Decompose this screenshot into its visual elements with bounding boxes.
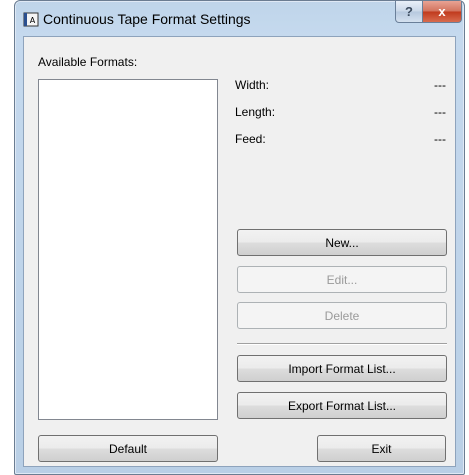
window-title: Continuous Tape Format Settings [43, 11, 251, 27]
available-formats-label: Available Formats: [38, 55, 138, 69]
default-button[interactable]: Default [38, 435, 218, 462]
help-icon: ? [405, 4, 413, 19]
new-button[interactable]: New... [237, 229, 447, 256]
length-value: --- [434, 105, 446, 119]
export-format-list-button[interactable]: Export Format List... [237, 392, 447, 419]
available-formats-list[interactable] [38, 79, 218, 420]
help-button[interactable]: ? [395, 1, 423, 23]
dialog-body: Available Formats: Width: --- Length: --… [23, 36, 456, 467]
edit-button[interactable]: Edit... [237, 266, 447, 293]
length-label: Length: [235, 105, 276, 119]
svg-text:A: A [30, 16, 36, 25]
close-button[interactable]: x [422, 1, 462, 23]
feed-label: Feed: [235, 132, 266, 146]
import-format-list-button[interactable]: Import Format List... [237, 355, 447, 382]
tape-format-icon: A [23, 12, 39, 27]
separator [237, 343, 447, 345]
width-label: Width: [235, 78, 270, 92]
close-icon: x [438, 4, 446, 19]
title-bar[interactable]: A Continuous Tape Format Settings ? x [15, 1, 464, 37]
feed-value: --- [434, 132, 446, 146]
delete-button[interactable]: Delete [237, 302, 447, 329]
width-value: --- [434, 78, 446, 92]
exit-button[interactable]: Exit [317, 435, 446, 462]
dialog-window: A Continuous Tape Format Settings ? x Av… [14, 0, 465, 475]
